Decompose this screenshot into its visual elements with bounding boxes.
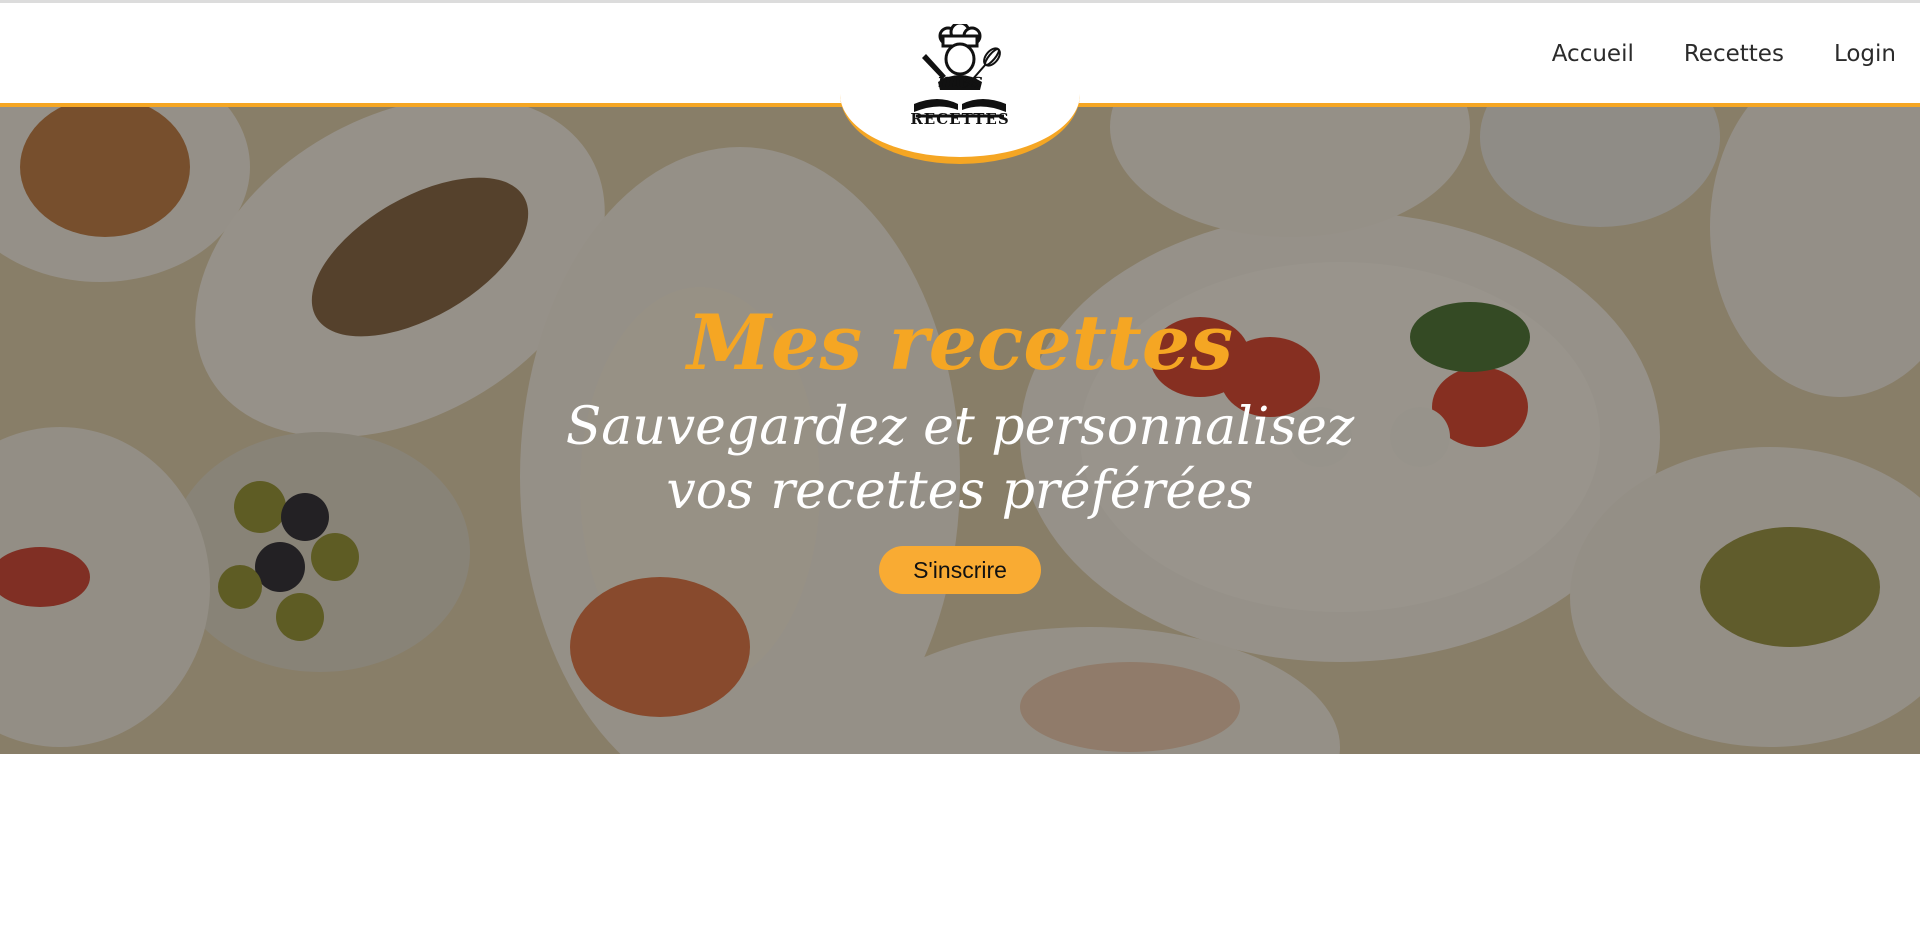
hero-subtitle-line-2: vos recettes préférées — [666, 461, 1254, 521]
nav-link-accueil[interactable]: Accueil — [1552, 41, 1634, 67]
logo-brand-text: RECETTES — [910, 110, 1010, 128]
signup-button[interactable]: S'inscrire — [879, 546, 1041, 594]
main-nav: Accueil Recettes Login — [1552, 41, 1896, 67]
hero-subtitle-line-1: Sauvegardez et personnalisez — [565, 397, 1355, 457]
hero-banner: Mes recettes Sauvegardez et personnalise… — [0, 107, 1920, 754]
logo-script-text: mes — [937, 68, 983, 92]
hero-title: Mes recettes — [686, 297, 1234, 387]
nav-link-login[interactable]: Login — [1834, 41, 1896, 67]
nav-link-recettes[interactable]: Recettes — [1684, 41, 1784, 67]
hero-subtitle: Sauvegardez et personnalisez vos recette… — [0, 395, 1920, 523]
